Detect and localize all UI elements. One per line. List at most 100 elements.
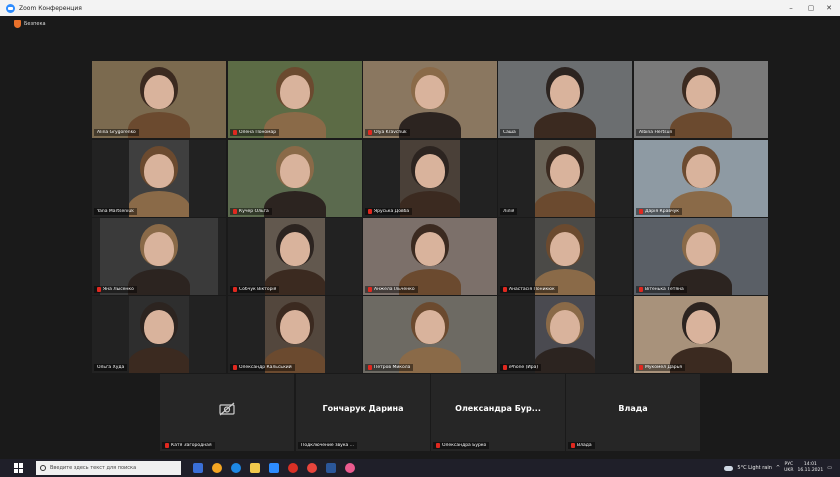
participant-face xyxy=(550,310,580,344)
chrome-icon[interactable] xyxy=(307,463,317,473)
participant-name-tag: iPhone (Ира) xyxy=(500,364,542,371)
participant-name: Петров Микола xyxy=(374,365,411,370)
participant-name-tag: Олександра Бурко xyxy=(433,442,490,449)
participant-video xyxy=(363,218,497,295)
zoom-app-icon xyxy=(6,3,15,13)
close-button[interactable]: ✕ xyxy=(820,0,838,16)
participant-face xyxy=(144,154,174,188)
participant-tile[interactable]: Albina Hertsun xyxy=(634,61,768,138)
weather-text[interactable]: 5°C Light rain xyxy=(737,465,772,471)
file-explorer-icon[interactable] xyxy=(250,463,260,473)
language-indicator[interactable]: РУС UKR xyxy=(784,462,793,474)
taskbar-search-placeholder: Введите здесь текст для поиска xyxy=(50,465,137,471)
muted-mic-icon xyxy=(368,365,372,370)
participant-name-tag: Вітенька Тетяна xyxy=(636,286,687,293)
participant-name-tag: Olya Kravchuk xyxy=(365,129,410,136)
participant-tile[interactable]: Вітенька Тетяна xyxy=(634,218,768,295)
participant-name-tag: Albina Hertsun xyxy=(636,129,676,136)
participant-video xyxy=(100,218,218,295)
participant-video xyxy=(265,296,325,373)
participant-tile[interactable]: Влада Влада xyxy=(566,374,700,451)
participant-tile[interactable]: Анжела Ільченко xyxy=(363,218,497,295)
participant-body xyxy=(264,191,326,217)
muted-mic-icon xyxy=(368,209,372,214)
participant-name: Катя Загородная xyxy=(171,443,212,448)
participant-name: Собчук Вікторія xyxy=(239,287,277,292)
participant-tile[interactable]: Гончарук Дарина Подключение звука ... xyxy=(296,374,430,451)
participant-face xyxy=(686,232,716,266)
participant-video xyxy=(634,140,768,217)
participant-body xyxy=(128,269,190,295)
camera-off-icon xyxy=(219,402,235,416)
participant-tile[interactable]: Дарія Кравчук xyxy=(634,140,768,217)
participant-display-name: Олександра Бур... xyxy=(455,404,541,413)
participant-name-tag: Олександр Кальський xyxy=(230,364,295,371)
app-icon[interactable] xyxy=(345,463,355,473)
participant-tile[interactable]: Саша xyxy=(498,61,632,138)
participant-face xyxy=(415,154,445,188)
participant-video xyxy=(634,296,768,373)
participant-tile[interactable]: Кучер Ольга xyxy=(228,140,362,217)
muted-mic-icon xyxy=(233,130,237,135)
taskbar-clock[interactable]: 14:01 16.11.2021 xyxy=(798,462,824,474)
participant-face xyxy=(144,75,174,109)
participant-tile[interactable]: Ольга Худа xyxy=(92,296,226,373)
participant-tile[interactable]: Петров Микола xyxy=(363,296,497,373)
word-icon[interactable] xyxy=(326,463,336,473)
muted-mic-icon xyxy=(639,365,643,370)
system-tray: 5°C Light rain ^ РУС UKR 14:01 16.11.202… xyxy=(724,459,832,477)
taskbar-search-input[interactable]: Введите здесь текст для поиска xyxy=(36,461,181,475)
participant-video xyxy=(535,140,595,217)
participant-tile[interactable]: Олександра Бур... Олександра Бурко xyxy=(431,374,565,451)
opera-icon[interactable] xyxy=(288,463,298,473)
participant-tile[interactable]: Яруська Довба xyxy=(363,140,497,217)
participant-face xyxy=(144,310,174,344)
muted-mic-icon xyxy=(503,365,507,370)
participant-name: Яна Лысенко xyxy=(103,287,134,292)
participant-name: Ольга Худа xyxy=(97,365,125,370)
participant-name-tag: Саша xyxy=(500,129,519,136)
participant-tile[interactable]: Яна Лысенко xyxy=(92,218,226,295)
participant-name: Анжела Ільченко xyxy=(374,287,415,292)
muted-mic-icon xyxy=(368,287,372,292)
participant-name: Влада xyxy=(577,443,592,448)
tray-chevron-icon[interactable]: ^ xyxy=(776,465,780,471)
language-code-2: UKR xyxy=(784,468,794,473)
participant-tile[interactable]: Олександр Кальський xyxy=(228,296,362,373)
participant-tile[interactable]: iPhone (Ира) xyxy=(498,296,632,373)
zoom-taskbar-icon[interactable] xyxy=(269,463,279,473)
muted-mic-icon xyxy=(639,209,643,214)
notifications-icon[interactable]: ▭ xyxy=(827,465,832,471)
security-button[interactable]: Безпека xyxy=(14,20,46,28)
maximize-button[interactable]: ▢ xyxy=(802,0,820,16)
meeting-area: Безпека Alina Grygorenko Олена Пономар Oly… xyxy=(0,16,840,459)
participant-video xyxy=(363,296,497,373)
participant-name-tag: Анастасія Поникюк xyxy=(500,286,558,293)
task-view-icon[interactable] xyxy=(193,463,203,473)
participant-tile[interactable]: Yana Martseniuk xyxy=(92,140,226,217)
participant-name-tag: Собчук Вікторія xyxy=(230,286,280,293)
participant-video xyxy=(634,218,768,295)
participant-name: Olya Kravchuk xyxy=(374,130,407,135)
participant-video xyxy=(535,296,595,373)
participant-tile[interactable]: Лілія xyxy=(498,140,632,217)
muted-mic-icon xyxy=(368,130,372,135)
participant-name: Лілія xyxy=(503,209,515,214)
participant-name: Вітенька Тетяна xyxy=(645,287,684,292)
participant-name: Дарія Кравчук xyxy=(645,209,680,214)
muted-mic-icon xyxy=(233,287,237,292)
participant-tile[interactable]: Катя Загородная xyxy=(160,374,294,451)
minimize-button[interactable]: – xyxy=(782,0,800,16)
shield-icon xyxy=(14,20,21,28)
participant-tile[interactable]: Анастасія Поникюк xyxy=(498,218,632,295)
edge-icon[interactable] xyxy=(231,463,241,473)
participant-tile[interactable]: Olya Kravchuk xyxy=(363,61,497,138)
participant-tile[interactable]: Alina Grygorenko xyxy=(92,61,226,138)
participant-tile[interactable]: Собчук Вікторія xyxy=(228,218,362,295)
participant-face xyxy=(144,232,174,266)
participant-tile[interactable]: Олена Пономар xyxy=(228,61,362,138)
participant-tile[interactable]: Мукомел Дарья xyxy=(634,296,768,373)
participant-name-tag: Мукомел Дарья xyxy=(636,364,685,371)
windows-start-icon[interactable] xyxy=(14,463,24,473)
browser-icon[interactable] xyxy=(212,463,222,473)
